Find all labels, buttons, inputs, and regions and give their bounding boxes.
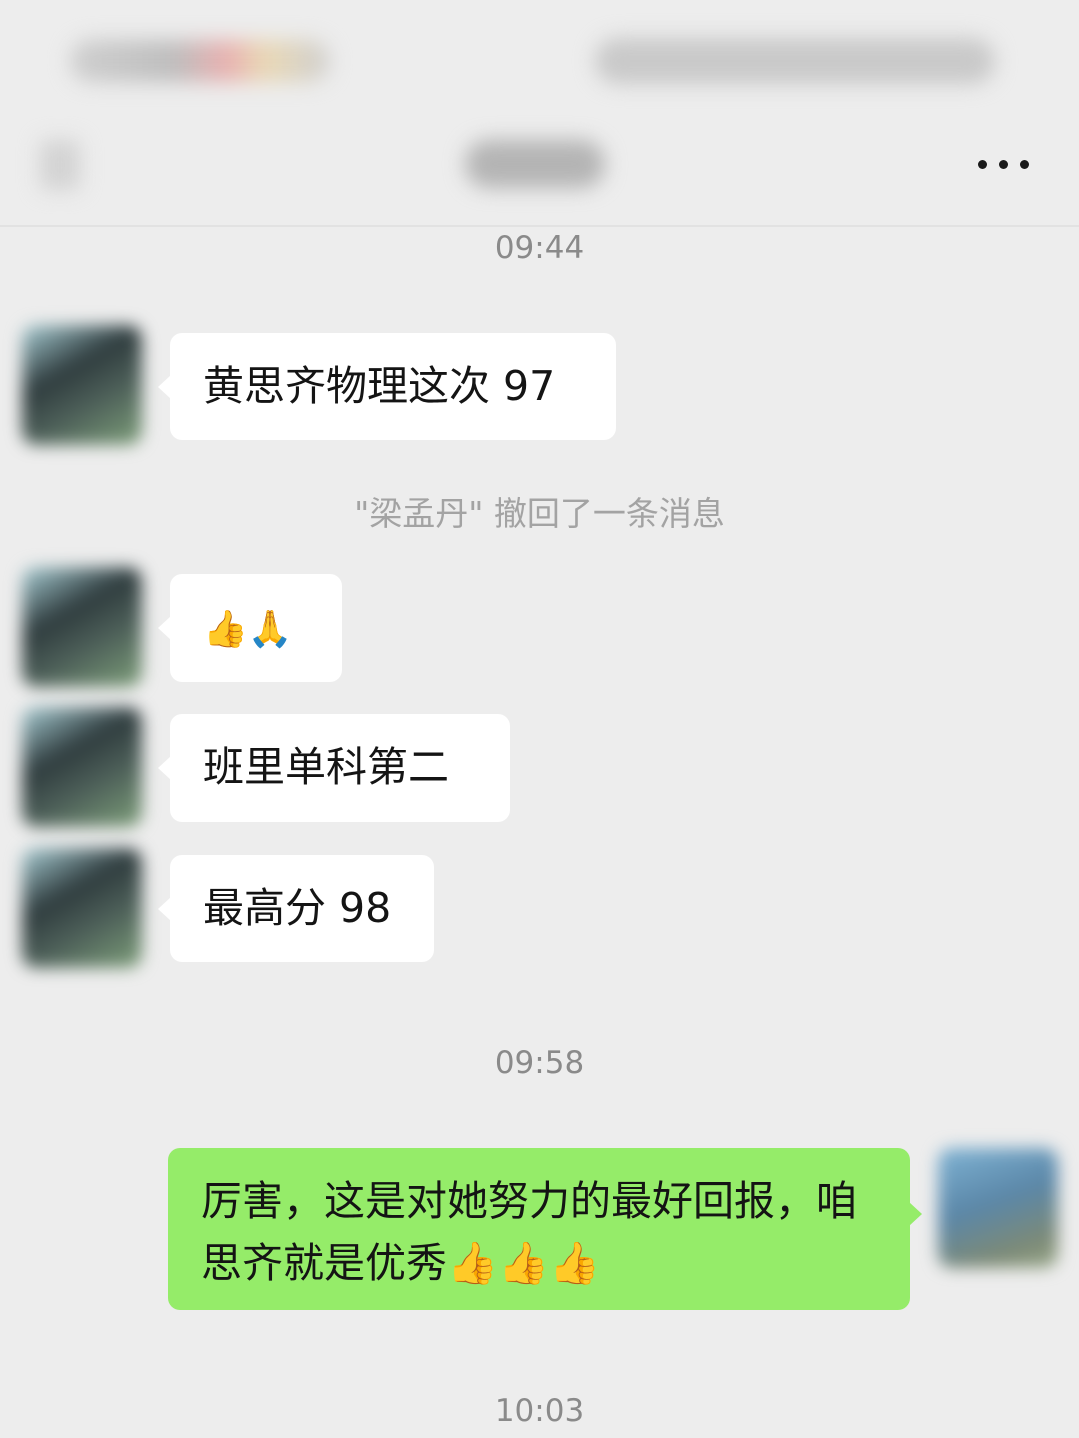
- recall-notice: "梁孟丹" 撤回了一条消息: [354, 494, 725, 533]
- back-arrow-icon[interactable]: [40, 140, 80, 190]
- chat-header: [0, 110, 1079, 227]
- avatar[interactable]: [22, 325, 142, 445]
- message-bubble[interactable]: 最高分 98: [158, 855, 434, 962]
- avatar[interactable]: [22, 707, 142, 827]
- message-bubble[interactable]: 班里单科第二: [158, 714, 510, 822]
- timestamp: 09:58: [494, 1045, 585, 1081]
- message-bubble[interactable]: 👍🙏: [158, 574, 342, 682]
- timestamp: 09:44: [494, 230, 585, 266]
- message-text: 黄思齐物理这次 97: [203, 362, 556, 410]
- my-avatar[interactable]: [938, 1148, 1058, 1268]
- emoji-text: 👍🙏: [203, 609, 293, 650]
- status-bar-left-blur: [70, 40, 330, 82]
- more-dots-icon[interactable]: [972, 150, 1036, 190]
- chat-title: [465, 140, 605, 188]
- message-bubble[interactable]: 黄思齐物理这次 97: [158, 333, 616, 440]
- message-text: 厉害，这是对她努力的最好回报，咱思齐就是优秀👍👍👍: [201, 1177, 857, 1287]
- avatar[interactable]: [22, 567, 142, 687]
- my-message-bubble[interactable]: 厉害，这是对她努力的最好回报，咱思齐就是优秀👍👍👍: [168, 1148, 922, 1310]
- timestamp: 10:03: [494, 1393, 585, 1429]
- message-text: 最高分 98: [203, 884, 392, 932]
- avatar[interactable]: [22, 848, 142, 968]
- message-text: 班里单科第二: [203, 743, 449, 791]
- status-bar-right-blur: [595, 38, 995, 84]
- status-bar: [0, 0, 1079, 110]
